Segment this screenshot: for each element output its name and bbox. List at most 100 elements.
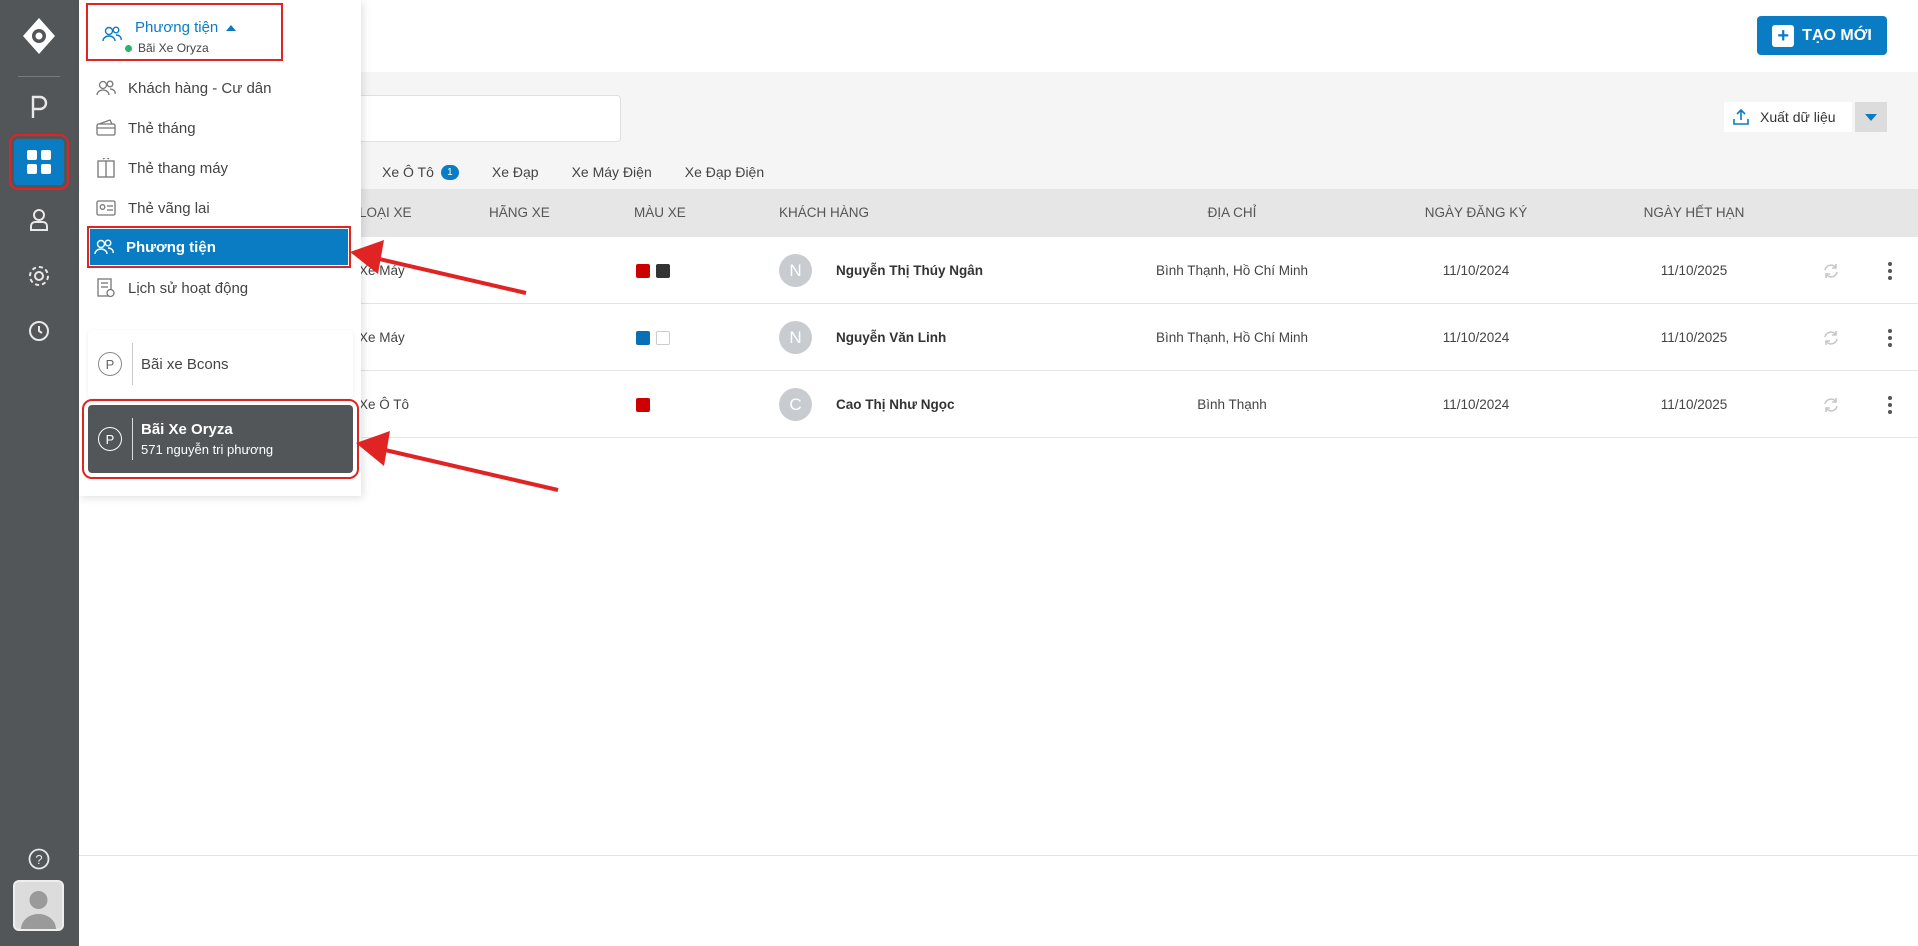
user-icon[interactable] (14, 197, 64, 243)
expiry-date: 11/10/2025 (1660, 330, 1728, 345)
caret-up-icon (226, 25, 237, 32)
menu-item-activity-history[interactable]: Lịch sử hoạt động (92, 272, 348, 304)
customer-name[interactable]: Cao Thị Như Ngọc (836, 371, 955, 438)
users-icon (96, 78, 116, 98)
customer-name[interactable]: Nguyễn Văn Linh (836, 304, 946, 371)
logo-icon[interactable] (19, 16, 59, 56)
more-options-icon[interactable] (1887, 371, 1893, 438)
menu-item-customers[interactable]: Khách hàng - Cư dân (92, 72, 348, 104)
expiry-date: 11/10/2025 (1660, 263, 1728, 278)
menu-item-vehicles[interactable]: Phương tiện (87, 226, 351, 268)
color-chip (636, 398, 650, 413)
tab-xe-dap[interactable]: Xe Đạp (492, 160, 539, 184)
menu-item-label: Khách hàng - Cư dân (128, 79, 272, 97)
users-icon (102, 26, 122, 42)
export-label: Xuất dữ liệu (1760, 109, 1836, 125)
create-new-label: TẠO MỚI (1802, 26, 1872, 44)
export-button[interactable]: Xuất dữ liệu (1724, 102, 1852, 132)
current-lot: Bãi Xe Oryza (138, 41, 209, 55)
users-icon (94, 237, 114, 257)
menu-item-monthly-card[interactable]: Thẻ tháng (92, 112, 348, 144)
create-new-button[interactable]: + TẠO MỚI (1757, 16, 1887, 55)
renew-icon[interactable] (1822, 304, 1840, 371)
color-swatches (636, 237, 676, 304)
renew-icon[interactable] (1822, 237, 1840, 304)
column-header: MÀU XE (634, 205, 686, 220)
divider (132, 418, 133, 460)
column-header: KHÁCH HÀNG (779, 205, 870, 220)
history-list-icon (96, 278, 116, 298)
more-options-icon[interactable] (1887, 237, 1893, 304)
id-card-icon (96, 198, 116, 218)
address: Bình Thạnh, Hồ Chí Minh (1155, 263, 1309, 278)
customer-name[interactable]: Nguyễn Thị Thúy Ngân (836, 237, 983, 304)
module-title-text: Phương tiện (135, 19, 219, 36)
lot-name: Bãi Xe Oryza (141, 421, 233, 438)
export-dropdown-toggle[interactable] (1855, 102, 1887, 132)
plus-icon: + (1772, 24, 1795, 47)
menu-item-label: Lịch sử hoạt động (128, 279, 249, 297)
registered-date: 11/10/2024 (1442, 330, 1510, 345)
registered-date: 11/10/2024 (1442, 263, 1510, 278)
column-header: HÃNG XE (489, 205, 550, 220)
color-swatches (636, 304, 676, 371)
user-avatar[interactable] (13, 880, 64, 931)
more-options-icon[interactable] (1887, 304, 1893, 371)
vehicle-type: Xe Máy (359, 330, 405, 345)
dashboard-grid-icon[interactable] (9, 134, 69, 190)
menu-item-guest-card[interactable]: Thẻ vãng lai (92, 192, 348, 224)
question-icon[interactable]: ? (14, 836, 64, 882)
svg-text:?: ? (35, 852, 42, 867)
renew-icon[interactable] (1822, 371, 1840, 438)
color-chip (656, 264, 670, 279)
status-dot (125, 45, 132, 52)
color-swatches (636, 371, 656, 438)
tab-label: Xe Đạp Điện (684, 164, 765, 180)
menu-item-label: Thẻ vãng lai (128, 199, 210, 217)
parking-circle-icon: P (98, 352, 122, 376)
parking-lot-option[interactable]: P Bãi xe Bcons (88, 330, 353, 398)
color-chip (636, 264, 650, 279)
column-header: NGÀY ĐĂNG KÝ (1424, 205, 1528, 220)
history-clock-icon[interactable] (14, 308, 64, 354)
registered-date: 11/10/2024 (1442, 397, 1510, 412)
address: Bình Thạnh (1197, 397, 1267, 412)
parking-icon[interactable] (14, 84, 64, 130)
elevator-icon (96, 158, 116, 178)
menu-item-label: Thẻ tháng (128, 119, 196, 137)
module-menu-panel: Phương tiện Bãi Xe Oryza Khách hàng - Cư… (79, 0, 361, 496)
vehicle-type: Xe Ô Tô (359, 397, 410, 412)
tab-xe-may-dien[interactable]: Xe Máy Điện (572, 160, 652, 184)
count-badge: 1 (440, 164, 459, 180)
lot-details: Bãi Xe Oryza 571 nguyễn tri phương (141, 421, 273, 457)
parking-lot-option-selected[interactable]: P Bãi Xe Oryza 571 nguyễn tri phương (82, 399, 359, 479)
app-root: ? + TẠO MỚI Xuất dữ liệu Xe Ô Tô 1 Xe Đạ… (0, 0, 1918, 946)
settings-gear-icon[interactable] (14, 253, 64, 299)
tab-xe-dap-dien[interactable]: Xe Đạp Điện (685, 160, 764, 184)
menu-item-label: Thẻ thang máy (128, 159, 229, 177)
card-icon (96, 118, 116, 138)
menu-item-elevator-card[interactable]: Thẻ thang máy (92, 152, 348, 184)
tab-xe-o-to[interactable]: Xe Ô Tô 1 (382, 160, 459, 184)
column-header: ĐỊA CHỈ (1207, 205, 1257, 220)
customer-avatar: N (779, 321, 812, 354)
address: Bình Thạnh, Hồ Chí Minh (1155, 330, 1309, 345)
vehicle-type: Xe Máy (359, 263, 405, 278)
tab-label: Xe Ô Tô (382, 164, 434, 180)
color-chip (656, 331, 670, 346)
expiry-date: 11/10/2025 (1660, 397, 1728, 412)
vehicle-type-tabs: Xe Ô Tô 1 Xe Đạp Xe Máy Điện Xe Đạp Điện (382, 160, 764, 184)
tab-label: Xe Máy Điện (571, 164, 652, 180)
rail-divider (18, 76, 60, 77)
menu-item-label: Phương tiện (126, 238, 216, 256)
lot-address: 571 nguyễn tri phương (141, 442, 274, 457)
chevron-down-icon (1865, 113, 1877, 121)
module-selector[interactable]: Phương tiện Bãi Xe Oryza (86, 3, 283, 61)
customer-avatar: N (779, 254, 812, 287)
icon-rail: ? (0, 0, 79, 946)
divider (132, 343, 133, 385)
color-chip (636, 331, 650, 346)
parking-circle-icon: P (98, 427, 122, 451)
column-header: NGÀY HẾT HẠN (1643, 205, 1745, 220)
column-header: LOẠI XE (359, 205, 412, 220)
